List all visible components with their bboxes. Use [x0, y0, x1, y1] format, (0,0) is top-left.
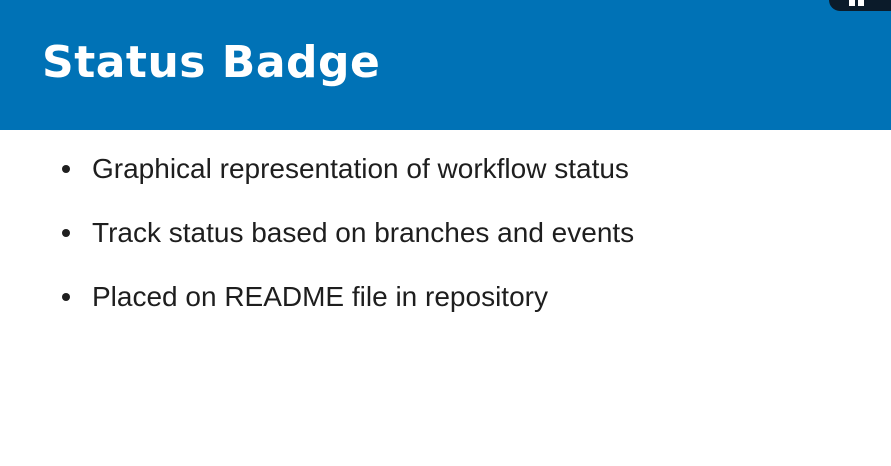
corner-widget[interactable] [829, 0, 891, 11]
bullet-item: Track status based on branches and event… [62, 212, 634, 276]
bullet-text: Placed on README file in repository [92, 281, 548, 312]
title-banner: Status Badge [0, 0, 891, 130]
slide-title: Status Badge [42, 37, 381, 88]
bullet-icon [62, 293, 70, 301]
bullet-icon [62, 165, 70, 173]
bullet-item: Graphical representation of workflow sta… [62, 148, 634, 212]
grid-icon[interactable] [849, 0, 867, 6]
bullet-list: Graphical representation of workflow sta… [62, 148, 634, 340]
slide: Status Badge Graphical representation of… [0, 0, 891, 466]
bullet-item: Placed on README file in repository [62, 276, 634, 340]
bullet-icon [62, 229, 70, 237]
bullet-text: Track status based on branches and event… [92, 217, 635, 248]
bullet-text: Graphical representation of workflow sta… [92, 153, 629, 184]
